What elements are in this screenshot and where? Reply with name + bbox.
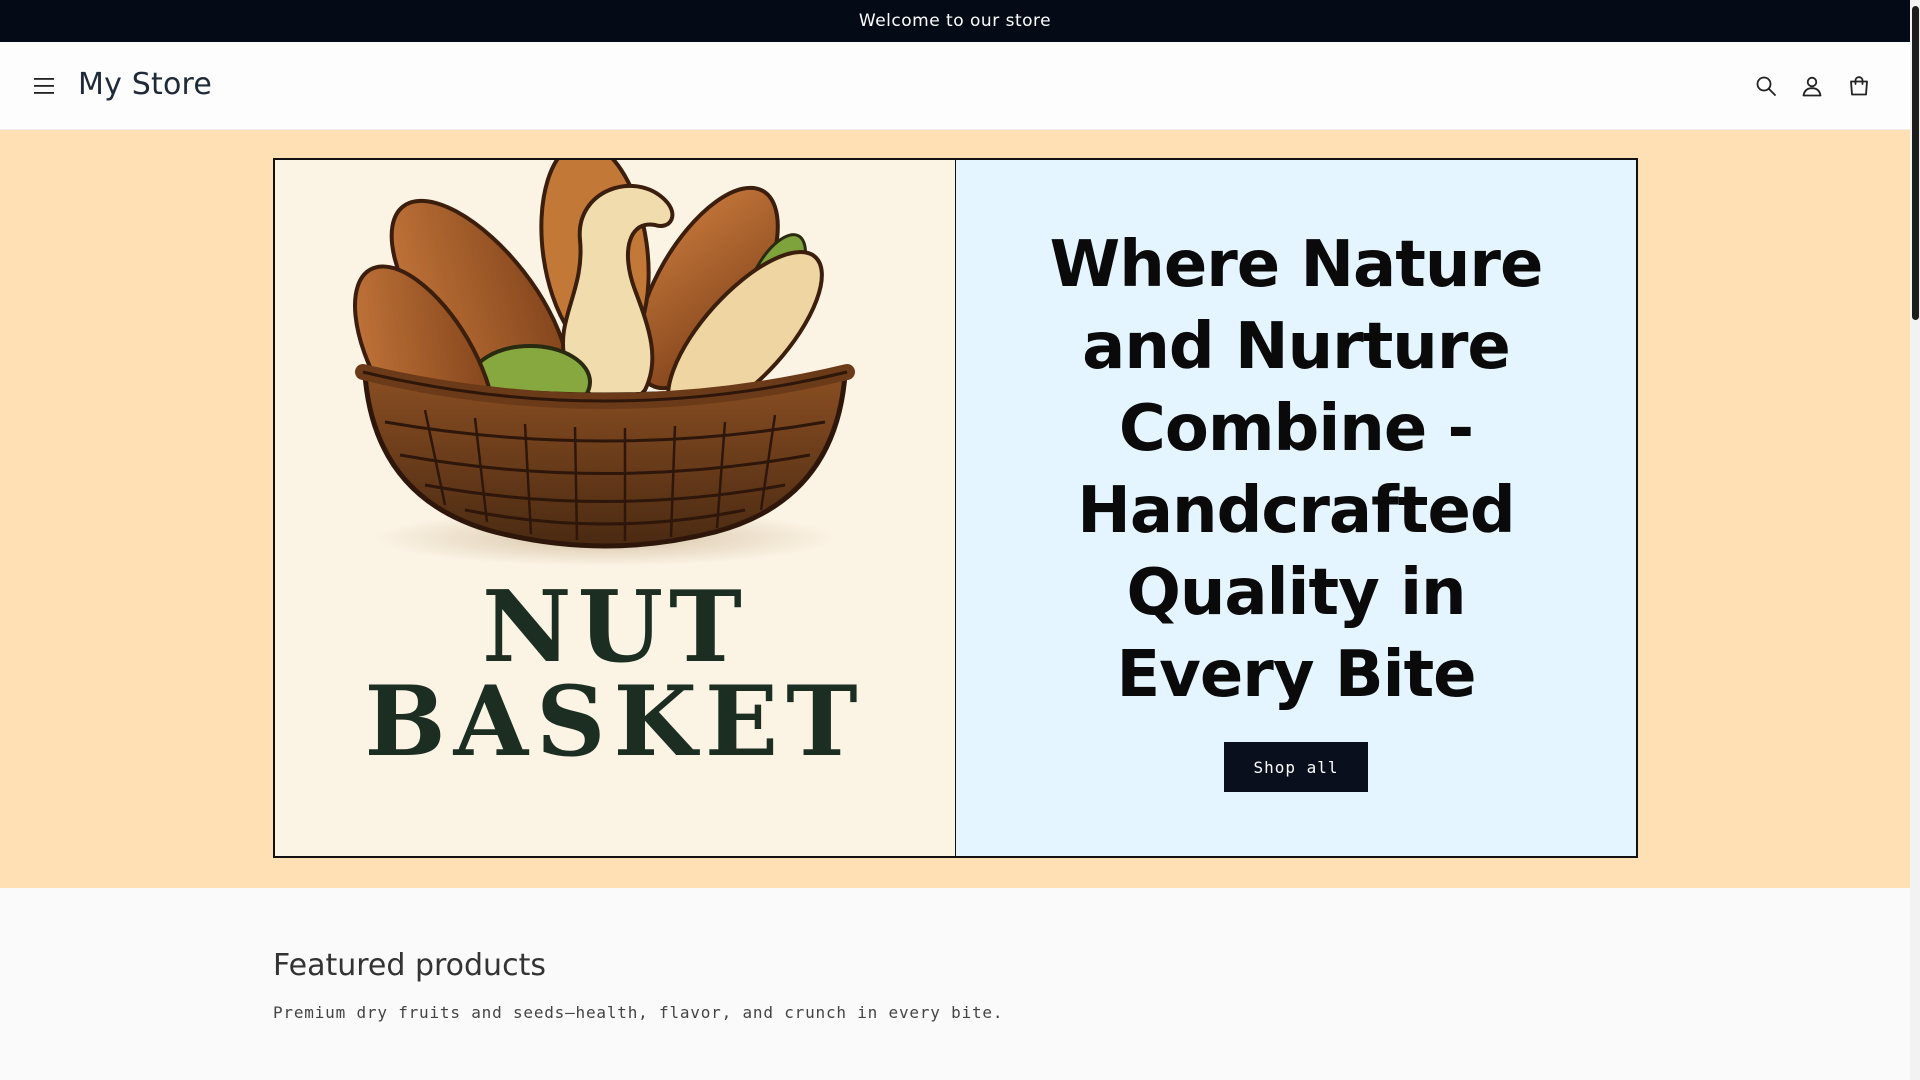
featured-products-section: Featured products Premium dry fruits and… [0, 888, 1910, 1080]
hamburger-menu-icon [34, 78, 54, 94]
hero-frame: NUT BASKET Where Nature and Nurture Comb… [273, 158, 1638, 858]
scrollbar-thumb[interactable] [1912, 6, 1919, 320]
search-button[interactable] [1746, 66, 1786, 106]
store-name-link[interactable]: My Store [78, 62, 212, 108]
hero-heading: Where Nature and Nurture Combine - Handc… [1049, 228, 1544, 712]
announcement-text: Welcome to our store [858, 11, 1052, 31]
store-page: Welcome to our store My Store NUT BASKET… [0, 0, 1920, 1080]
site-header: My Store [0, 42, 1910, 130]
featured-title: Featured products [273, 948, 546, 983]
logo-text-basket: BASKET [364, 665, 866, 778]
cart-button[interactable] [1839, 66, 1879, 106]
account-icon [1802, 76, 1822, 97]
hero-content-panel: Where Nature and Nurture Combine - Handc… [956, 160, 1636, 856]
featured-subtitle: Premium dry fruits and seeds—health, fla… [273, 1003, 1004, 1022]
nut-basket-illustration-icon [353, 160, 855, 566]
search-icon [1756, 76, 1776, 96]
menu-button[interactable] [28, 70, 60, 102]
account-button[interactable] [1792, 66, 1832, 106]
hero-banner: NUT BASKET Where Nature and Nurture Comb… [0, 130, 1910, 888]
announcement-bar: Welcome to our store [0, 0, 1910, 42]
cart-icon [1850, 76, 1868, 96]
shop-all-button[interactable]: Shop all [1224, 742, 1368, 792]
nut-basket-logo-image: NUT BASKET [275, 160, 956, 856]
